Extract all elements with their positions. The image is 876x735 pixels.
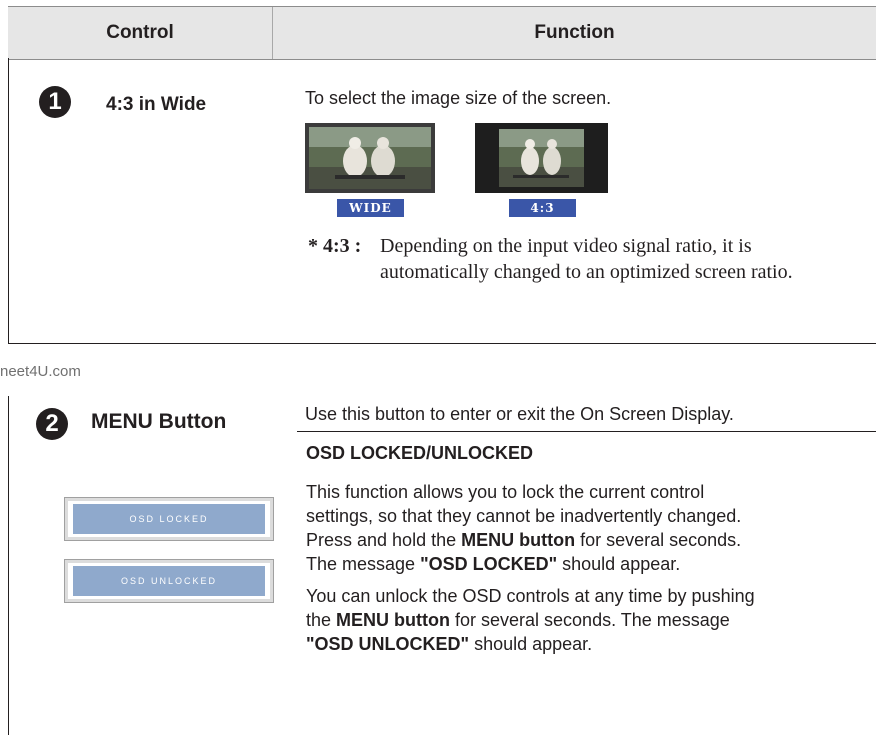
osd-unlocked-screen: OSD UNLOCKED xyxy=(64,559,274,603)
lock-paragraph-line-1: This function allows you to lock the cur… xyxy=(306,482,705,502)
osd-locked-message: OSD LOCKED xyxy=(73,504,265,534)
unlock-line3-osd-unlocked: "OSD UNLOCKED" xyxy=(306,634,470,654)
note-line-2: automatically changed to an optimized sc… xyxy=(380,261,793,283)
table-header: Control Function xyxy=(8,6,876,60)
lock-line3-menu-button: MENU button xyxy=(461,530,576,550)
lock-paragraph-line-4: The message "OSD LOCKED" should appear. xyxy=(306,552,680,576)
note-line-1: Depending on the input video signal rati… xyxy=(380,235,752,257)
osd-locked-screen: OSD LOCKED xyxy=(64,497,274,541)
function-description-1: To select the image size of the screen. xyxy=(305,88,612,108)
control-name-menu-button: MENU Button xyxy=(91,410,227,433)
lock-line4-part-c: should appear. xyxy=(557,554,681,574)
unlock-line3-part-b: should appear. xyxy=(469,634,593,654)
note-key: * 4:3 : xyxy=(308,233,361,259)
unlock-line2-part-a: the xyxy=(306,610,337,630)
osd-unlocked-message: OSD UNLOCKED xyxy=(73,566,265,596)
wide-preview-graphic xyxy=(305,123,435,193)
lock-line3-part-c: for several seconds. xyxy=(575,530,742,550)
header-function: Function xyxy=(534,22,615,43)
osd-lock-subheading: OSD LOCKED/UNLOCKED xyxy=(306,443,534,463)
aspect-4-3-preview-graphic xyxy=(475,123,608,193)
note-key-text: * 4:3 : xyxy=(308,235,362,257)
unlock-paragraph-line-1: You can unlock the OSD controls at any t… xyxy=(306,586,755,606)
left-border-bottom xyxy=(8,396,9,735)
mode-label-4-3: 4:3 xyxy=(509,199,576,217)
lock-line4-osd-locked: "OSD LOCKED" xyxy=(420,554,558,574)
lock-line4-part-a: The message xyxy=(306,554,421,574)
mode-label-wide: WIDE xyxy=(337,199,404,217)
unlock-line2-menu-button: MENU button xyxy=(336,610,450,630)
aspect-4-3-preview-image xyxy=(475,123,608,193)
control-name-4-3-in-wide: 4:3 in Wide xyxy=(106,94,207,115)
row-divider xyxy=(8,343,876,344)
header-control: Control xyxy=(106,22,174,43)
lock-line3-part-a: Press and hold the xyxy=(306,530,462,550)
lock-paragraph-line-3: Press and hold the MENU button for sever… xyxy=(306,528,741,552)
wide-preview-image xyxy=(305,123,435,193)
unlock-paragraph-line-3: "OSD UNLOCKED" should appear. xyxy=(306,632,592,656)
item-number-2: 2 xyxy=(36,408,68,440)
description-underline xyxy=(297,431,876,432)
function-description-2: Use this button to enter or exit the On … xyxy=(305,404,734,424)
lock-paragraph-line-2: settings, so that they cannot be inadver… xyxy=(306,506,742,526)
left-border-top xyxy=(8,58,9,344)
item-number-1: 1 xyxy=(39,86,71,118)
watermark: neet4U.com xyxy=(0,363,81,380)
unlock-paragraph-line-2: the MENU button for several seconds. The… xyxy=(306,608,730,632)
unlock-line2-part-c: for several seconds. The message xyxy=(450,610,730,630)
